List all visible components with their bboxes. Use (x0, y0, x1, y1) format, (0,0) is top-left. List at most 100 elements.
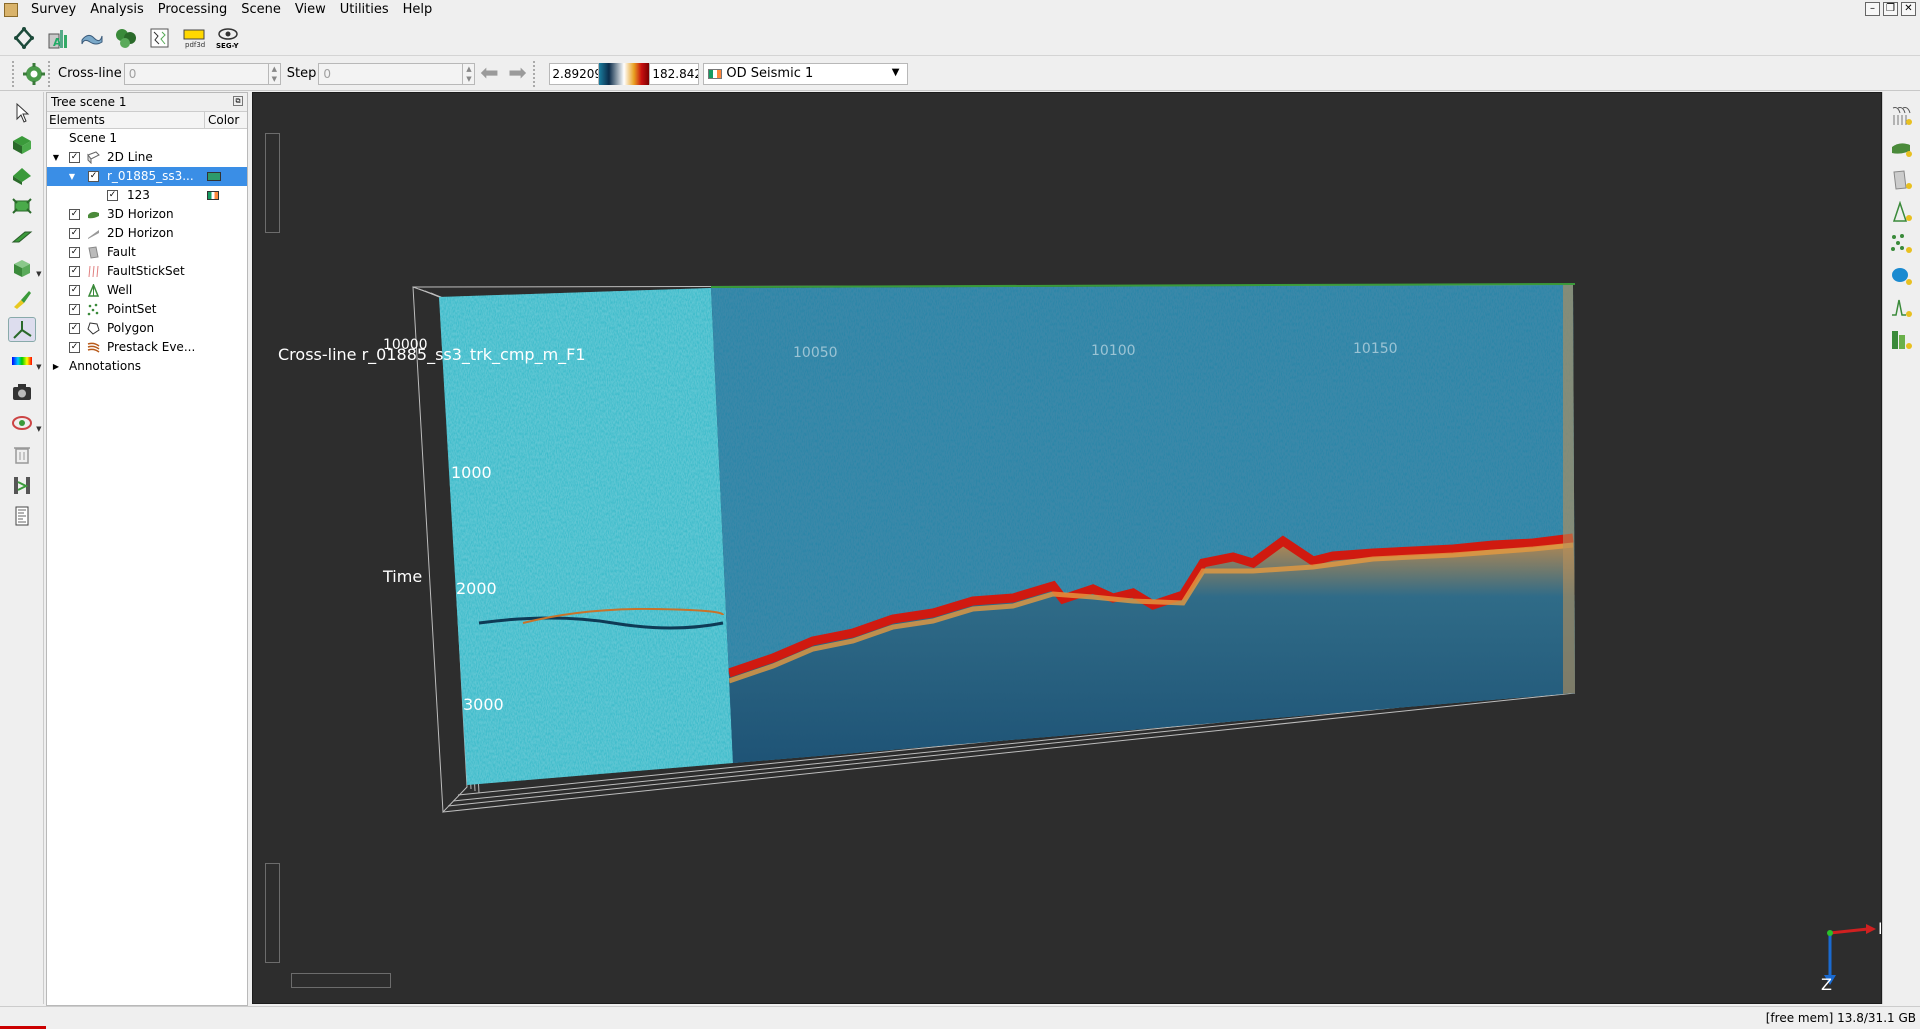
log-display-icon[interactable] (8, 503, 36, 528)
checkbox[interactable]: ✓ (69, 228, 80, 239)
tree-item-3d-horizon[interactable]: ✓ 3D Horizon (47, 205, 247, 224)
volume-icon[interactable] (112, 24, 140, 52)
survey-icon[interactable] (10, 24, 38, 52)
well-logs-icon[interactable] (8, 472, 36, 497)
checkbox[interactable]: ✓ (69, 266, 80, 277)
well-log-icon[interactable] (146, 24, 174, 52)
tree-item-label: Polygon (107, 321, 155, 335)
step-label: Step (286, 66, 317, 81)
checkbox[interactable]: ✓ (88, 171, 99, 182)
attribute-icon[interactable]: A (44, 24, 72, 52)
prestack-events-icon (87, 342, 100, 353)
step-input[interactable] (318, 62, 464, 85)
chevron-down-icon[interactable]: ▼ (51, 148, 61, 167)
restore-icon[interactable]: ❐ (1883, 2, 1898, 16)
tree-item-2d-line[interactable]: ▼ ✓ 2D Line (47, 148, 247, 167)
toolbar-grip[interactable] (48, 60, 52, 87)
arrow-left-icon[interactable]: ⬅ (475, 61, 503, 86)
attribute-select[interactable]: OD Seismic 1 ▼ (703, 62, 909, 85)
checkbox[interactable]: ✓ (69, 247, 80, 258)
3d-viewport[interactable]: Cross-line r_01885_ss3_trk_cmp_m_F1 1000… (252, 92, 1882, 1004)
tree-item-attribute-123[interactable]: ✓ 123 (47, 186, 247, 205)
menu-survey[interactable]: Survey (24, 0, 83, 20)
trash-icon[interactable] (8, 441, 36, 466)
prestack-tool-icon[interactable] (1889, 104, 1915, 127)
elements-column-header[interactable]: Elements (47, 112, 205, 128)
checkbox[interactable]: ✓ (69, 209, 80, 220)
pointer-icon[interactable] (8, 100, 36, 125)
undock-icon[interactable]: ⧉ (233, 96, 243, 106)
chevron-down-icon[interactable]: ▼ (67, 167, 77, 186)
chevron-right-icon[interactable]: ▶ (51, 357, 61, 376)
horizon-tools-icon[interactable] (78, 24, 106, 52)
slice-toolbar: Cross-line ▲▼ Step ▲▼ ⬅ ➡ 2.89209 182.84… (0, 57, 1920, 91)
crossline-spinner[interactable]: ▲ ▼ (268, 62, 281, 85)
tree-item-faultstickset[interactable]: ✓ FaultStickSet (47, 262, 247, 281)
tree-item-polygon[interactable]: ✓ Polygon (47, 319, 247, 338)
window-controls: – ❐ ✕ (1865, 2, 1916, 16)
settings-gear-icon[interactable] (22, 62, 46, 86)
menu-scene[interactable]: Scene (234, 0, 288, 20)
axes-view-icon[interactable] (7, 317, 36, 342)
body-tool-icon[interactable] (1889, 264, 1915, 287)
wavelet-tool-icon[interactable] (1889, 296, 1915, 319)
arrow-right-icon[interactable]: ➡ (503, 61, 531, 86)
pdf-icon[interactable]: pdf3d (180, 24, 208, 52)
polygon-icon (87, 322, 100, 335)
colorbar-min-value[interactable]: 2.89209 (549, 62, 600, 85)
checkbox[interactable]: ✓ (69, 304, 80, 315)
menu-view[interactable]: View (288, 0, 333, 20)
menu-help[interactable]: Help (396, 0, 440, 20)
color-column-header[interactable]: Color (205, 112, 239, 128)
tree-item-prestack-events[interactable]: ✓ Prestack Eve... (47, 338, 247, 357)
minimize-icon[interactable]: – (1865, 2, 1880, 16)
checkbox[interactable]: ✓ (107, 190, 118, 201)
status-bar: [free mem] 13.8/31.1 GB (0, 1006, 1920, 1029)
segy-icon[interactable]: SEG-Y (214, 24, 242, 52)
tree-item-well[interactable]: ✓ Well (47, 281, 247, 300)
colortable-swatch[interactable] (207, 191, 219, 200)
colorbar-max-value[interactable]: 182.842 (649, 62, 700, 85)
camera-icon[interactable] (8, 379, 36, 404)
fault-tool-icon[interactable] (1889, 168, 1915, 191)
crossline-icon[interactable] (8, 162, 36, 187)
tree-item-fault[interactable]: ✓ Fault (47, 243, 247, 262)
seismic-section[interactable] (253, 93, 1882, 1004)
well-tool-icon[interactable] (1889, 200, 1915, 223)
checkbox[interactable]: ✓ (69, 323, 80, 334)
menu-processing[interactable]: Processing (151, 0, 234, 20)
toolbar-grip[interactable] (533, 60, 537, 87)
close-icon[interactable]: ✕ (1901, 2, 1916, 16)
tree-item-2d-horizon[interactable]: ✓ 2D Horizon (47, 224, 247, 243)
horizon-tool-icon[interactable] (1889, 136, 1915, 159)
tree-item-pointset[interactable]: ✓ PointSet (47, 300, 247, 319)
tree-item-annotations[interactable]: ▶ Annotations (47, 357, 247, 376)
eye-view-icon[interactable]: ▼ (8, 410, 42, 435)
pointset-tool-icon[interactable] (1889, 232, 1915, 255)
menu-utilities[interactable]: Utilities (333, 0, 396, 20)
tree-item-line-r01885[interactable]: ▼ ✓ r_01885_ss3... (47, 167, 247, 186)
inline-icon[interactable] (8, 131, 36, 156)
crossline-input[interactable] (123, 62, 269, 85)
checkbox[interactable]: ✓ (69, 342, 80, 353)
colorbar-gradient[interactable] (599, 62, 650, 85)
checkbox[interactable]: ✓ (69, 285, 80, 296)
well-icon (87, 284, 100, 297)
color-swatch[interactable] (207, 172, 221, 181)
menu-bar: Survey Analysis Processing Scene View Ut… (0, 0, 1920, 20)
pick-brush-icon[interactable] (8, 286, 36, 311)
random-line-icon[interactable] (8, 224, 36, 249)
step-spinner[interactable]: ▲ ▼ (463, 62, 476, 85)
top-tick-label: 10000 (383, 337, 428, 353)
colorbar-control[interactable]: 2.89209 182.842 (549, 62, 700, 85)
menu-analysis[interactable]: Analysis (83, 0, 151, 20)
tree-item-label: Well (107, 283, 133, 297)
volume-cube-icon[interactable]: ▼ (8, 255, 42, 280)
colortable-icon[interactable]: ▼ (8, 348, 42, 373)
toolbar-grip[interactable] (12, 60, 16, 87)
checkbox[interactable]: ✓ (69, 152, 80, 163)
attribute-select-value: OD Seismic 1 (726, 66, 814, 81)
strat-tool-icon[interactable] (1889, 328, 1915, 351)
tree-item-scene[interactable]: Scene 1 (47, 129, 247, 148)
zslice-icon[interactable] (8, 193, 36, 218)
